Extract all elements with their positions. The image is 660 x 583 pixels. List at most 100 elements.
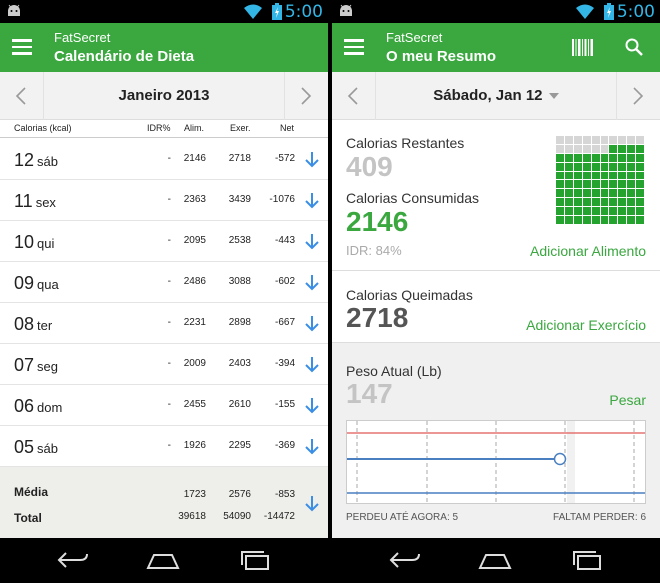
back-icon[interactable] <box>56 549 90 571</box>
day-cell: 12 sáb <box>14 150 58 171</box>
search-icon[interactable] <box>625 38 643 56</box>
grid-cell <box>600 189 609 198</box>
table-row[interactable]: 11 sex - 2363 3439 -1076 <box>0 180 328 221</box>
table-row[interactable]: 05 sáb - 1926 2295 -369 <box>0 426 328 467</box>
arrow-down-icon[interactable] <box>305 274 319 291</box>
weight-label: Peso Atual (Lb) <box>346 363 442 379</box>
grid-cell <box>627 136 636 144</box>
app-name: FatSecret <box>54 30 111 45</box>
table-row[interactable]: 08 ter - 2231 2898 -667 <box>0 303 328 344</box>
day-number: 09 <box>14 273 35 293</box>
rdi-cell: - <box>167 194 171 205</box>
grid-cell <box>627 198 636 207</box>
weigh-link[interactable]: Pesar <box>609 392 646 408</box>
next-day-button[interactable] <box>616 72 660 120</box>
previous-day-button[interactable] <box>332 72 376 120</box>
rdi-cell: - <box>167 235 171 246</box>
grid-cell <box>573 207 582 216</box>
recent-apps-icon[interactable] <box>570 549 604 571</box>
column-food: Alim. <box>184 123 204 133</box>
menu-icon[interactable] <box>344 39 364 55</box>
grid-cell <box>636 162 644 171</box>
exercise-cell: 2610 <box>228 399 251 410</box>
left-to-lose: FALTAM PERDER: 6 <box>553 512 646 523</box>
grid-cell <box>600 162 609 171</box>
table-row[interactable]: 07 seg - 2009 2403 -394 <box>0 344 328 385</box>
remaining-value: 409 <box>346 151 393 182</box>
table-row[interactable]: 12 sáb - 2146 2718 -572 <box>0 139 328 180</box>
table-header: Calorias (kcal) IDR% Alim. Exer. Net <box>0 120 328 138</box>
arrow-down-icon[interactable] <box>305 233 319 250</box>
summary-section: Média 1723 2576 -853 Total 39618 54090 -… <box>0 466 328 538</box>
exercise-cell: 2898 <box>228 317 251 328</box>
grid-cell <box>636 189 644 198</box>
exercise-cell: 2403 <box>228 358 251 369</box>
grid-cell <box>618 162 627 171</box>
grid-cell <box>556 153 564 162</box>
grid-cell <box>609 189 618 198</box>
arrow-down-icon[interactable] <box>305 356 319 373</box>
app-bar: FatSecret Calendário de Dieta <box>0 23 328 72</box>
table-row[interactable]: 09 qua - 2486 3088 -602 <box>0 262 328 303</box>
grid-cell <box>618 153 627 162</box>
day-number: 12 <box>14 150 35 170</box>
rdi-cell: - <box>167 440 171 451</box>
arrow-down-icon[interactable] <box>305 192 319 209</box>
arrow-down-icon[interactable] <box>305 438 319 455</box>
grid-cell <box>582 136 591 144</box>
month-label[interactable]: Janeiro 2013 <box>44 87 284 104</box>
average-exercise: 2576 <box>228 489 251 500</box>
grid-cell <box>582 171 591 180</box>
grid-cell <box>564 198 573 207</box>
arrow-down-icon[interactable] <box>305 495 319 512</box>
table-row[interactable]: 10 qui - 2095 2538 -443 <box>0 221 328 262</box>
arrow-down-icon[interactable] <box>305 151 319 168</box>
next-month-button[interactable] <box>284 72 328 120</box>
previous-month-button[interactable] <box>0 72 44 120</box>
day-number: 08 <box>14 314 35 334</box>
menu-icon[interactable] <box>12 39 32 55</box>
arrow-down-icon[interactable] <box>305 397 319 414</box>
grid-cell <box>636 136 644 144</box>
grid-cell <box>556 162 564 171</box>
table-row[interactable]: 06 dom - 2455 2610 -155 <box>0 385 328 426</box>
date-dropdown[interactable]: Sábado, Jan 12 <box>376 87 616 104</box>
recent-apps-icon[interactable] <box>238 549 272 571</box>
rdi-cell: - <box>167 358 171 369</box>
summary-screen: 5:00 FatSecret O meu Resumo Sábado, Jan … <box>332 0 660 583</box>
system-nav-bar <box>332 538 660 583</box>
burned-card: Calorias Queimadas 2718 Adicionar Exercí… <box>332 271 660 343</box>
home-icon[interactable] <box>478 549 512 571</box>
grid-cell <box>556 189 564 198</box>
burned-label: Calorias Queimadas <box>346 287 473 303</box>
grid-cell <box>582 207 591 216</box>
arrow-down-icon[interactable] <box>305 315 319 332</box>
grid-cell <box>627 216 636 224</box>
android-icon <box>8 4 20 16</box>
chevron-left-icon <box>15 87 26 105</box>
exercise-cell: 2538 <box>228 235 251 246</box>
exercise-cell: 3439 <box>228 194 251 205</box>
back-icon[interactable] <box>388 549 422 571</box>
barcode-icon[interactable] <box>572 39 594 56</box>
column-rdi: IDR% <box>147 123 171 133</box>
calorie-progress-grid <box>556 136 644 224</box>
grid-cell <box>618 216 627 224</box>
grid-cell <box>609 171 618 180</box>
grid-cell <box>618 189 627 198</box>
food-cell: 1926 <box>183 440 206 451</box>
average-food: 1723 <box>183 489 206 500</box>
add-food-link[interactable]: Adicionar Alimento <box>530 243 646 259</box>
net-cell: -667 <box>274 317 295 328</box>
grid-cell <box>564 136 573 144</box>
lost-so-far: PERDEU ATÉ AGORA: 5 <box>346 512 459 523</box>
status-bar: 5:00 <box>0 0 328 23</box>
grid-cell <box>636 198 644 207</box>
net-cell: -443 <box>274 235 295 246</box>
grid-cell <box>591 216 600 224</box>
status-bar: 5:00 <box>332 0 660 23</box>
home-icon[interactable] <box>146 549 180 571</box>
wifi-icon <box>244 4 262 19</box>
add-exercise-link[interactable]: Adicionar Exercício <box>526 317 646 333</box>
consumed-value: 2146 <box>346 206 409 237</box>
